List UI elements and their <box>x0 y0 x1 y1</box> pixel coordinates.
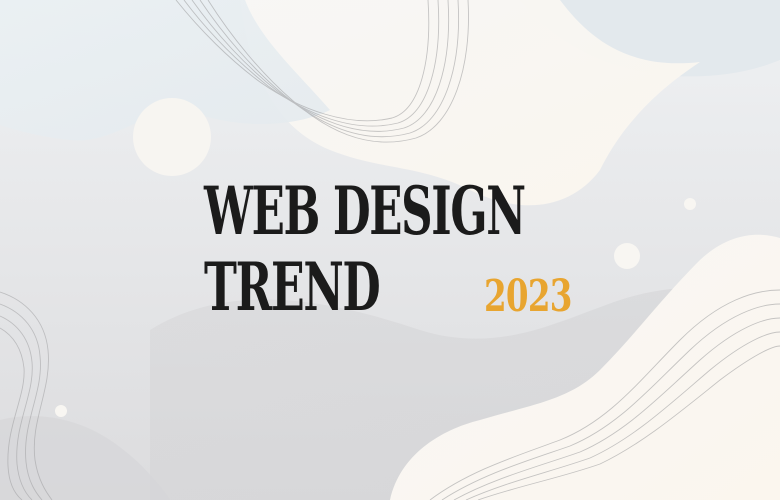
title-line-2: TREND <box>204 248 381 326</box>
year-label: 2023 <box>484 271 572 322</box>
banner-title: WEB DESIGN TREND 2023 <box>0 0 780 500</box>
title-line-1: WEB DESIGN <box>204 172 526 250</box>
